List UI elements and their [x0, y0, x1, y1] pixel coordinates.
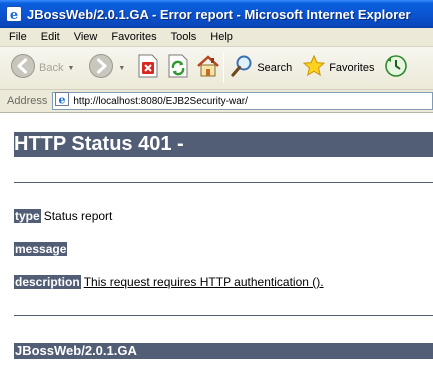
home-icon — [196, 54, 220, 83]
menu-help[interactable]: Help — [203, 28, 240, 47]
stop-icon — [137, 54, 159, 83]
address-url: http://localhost:8080/EJB2Security-war/ — [73, 95, 248, 107]
address-bar: Address e http://localhost:8080/EJB2Secu… — [0, 90, 433, 113]
menu-favorites[interactable]: Favorites — [104, 28, 163, 47]
forward-button[interactable]: ▼ — [88, 50, 125, 86]
divider — [14, 315, 433, 316]
star-icon — [302, 54, 326, 83]
menu-view[interactable]: View — [67, 28, 105, 47]
history-icon — [384, 54, 408, 83]
type-label: type — [14, 209, 41, 223]
type-value: Status report — [43, 209, 113, 223]
server-footer: JBossWeb/2.0.1.GA — [15, 343, 137, 358]
menu-tools[interactable]: Tools — [164, 28, 204, 47]
page-icon: e — [55, 91, 70, 111]
address-label: Address — [7, 95, 48, 107]
description-row: description This request requires HTTP au… — [14, 275, 324, 290]
search-label: Search — [257, 62, 293, 74]
chevron-down-icon[interactable]: ▼ — [67, 65, 74, 72]
description-label: description — [14, 275, 81, 289]
favorites-label: Favorites — [329, 62, 375, 74]
type-row: type Status report — [14, 209, 112, 224]
svg-text:e: e — [59, 93, 66, 106]
ie-icon: e — [6, 6, 22, 23]
back-label: Back — [39, 62, 64, 74]
message-label: message — [14, 242, 68, 256]
forward-arrow-icon — [88, 53, 114, 84]
favorites-button[interactable]: Favorites — [302, 50, 374, 86]
window-title: JBossWeb/2.0.1.GA - Error report - Micro… — [27, 6, 411, 22]
page-content: HTTP Status 401 - type Status report mess… — [0, 114, 433, 391]
menu-bar: File Edit View Favorites Tools Help — [0, 28, 433, 47]
back-button[interactable]: Back ▼ — [10, 50, 74, 86]
back-arrow-icon — [10, 53, 36, 84]
search-icon — [230, 54, 254, 83]
history-button[interactable] — [384, 50, 408, 86]
refresh-icon — [167, 54, 189, 83]
stop-button[interactable] — [137, 50, 159, 86]
message-row: message — [14, 242, 70, 257]
search-button[interactable]: Search — [230, 50, 292, 86]
menu-edit[interactable]: Edit — [34, 28, 67, 47]
menu-file[interactable]: File — [0, 28, 34, 47]
svg-text:e: e — [10, 8, 18, 22]
divider — [14, 182, 433, 183]
page-title: HTTP Status 401 - — [14, 133, 184, 155]
chevron-down-icon[interactable]: ▼ — [118, 65, 125, 72]
toolbar: Back ▼ ▼ Search Favorites — [0, 47, 433, 90]
title-bar[interactable]: e JBossWeb/2.0.1.GA - Error report - Mic… — [0, 0, 433, 28]
home-button[interactable] — [196, 50, 220, 86]
description-value: This request requires HTTP authenticatio… — [83, 275, 324, 289]
address-input[interactable]: e http://localhost:8080/EJB2Security-war… — [52, 91, 433, 111]
toolbar-separator — [223, 53, 225, 83]
refresh-button[interactable] — [167, 50, 189, 86]
